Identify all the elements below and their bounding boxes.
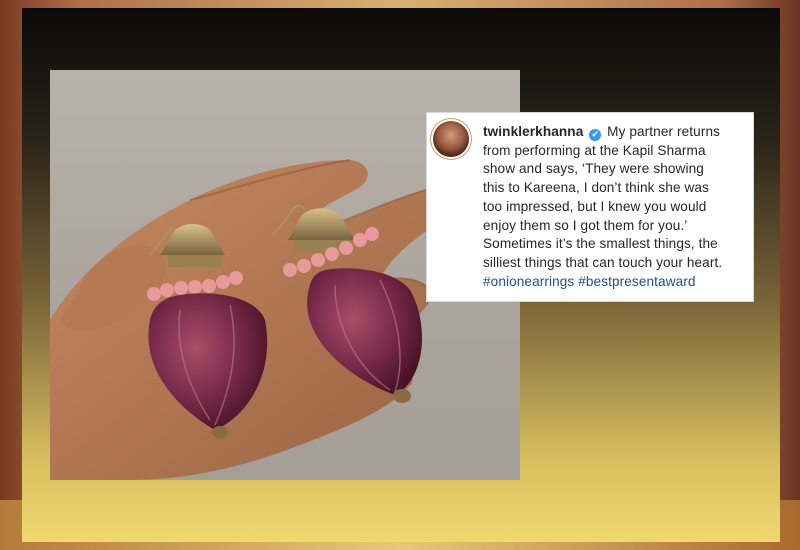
caption-line-7: Sometimes it’s the smallest things, the	[483, 236, 718, 252]
instagram-caption-card: twinklerkhanna ✔ My partner returns from…	[426, 112, 754, 302]
caption-line-3: show and says, ‘They were showing	[483, 161, 704, 177]
caption-line-5: too impressed, but I knew you would	[483, 198, 707, 214]
username-link[interactable]: twinklerkhanna	[483, 124, 583, 139]
avatar[interactable]	[433, 121, 469, 157]
caption-line-8: silliest things that can touch your hear…	[483, 254, 723, 270]
caption-line-2: from performing at the Kapil Sharma	[483, 142, 706, 158]
caption-line-1: My partner returns	[607, 124, 721, 139]
caption-line-6: enjoy them so I got them for you.’	[483, 217, 688, 233]
caption-text: twinklerkhanna ✔ My partner returns from…	[483, 123, 751, 291]
verified-badge-icon: ✔	[589, 129, 602, 141]
caption-line-4: this to Kareena, I don’t think she was	[483, 180, 709, 196]
hashtag-link-bestpresentaward[interactable]: #bestpresentaward	[578, 274, 695, 289]
hashtag-link-onionearrings[interactable]: #onionearrings	[483, 274, 574, 289]
